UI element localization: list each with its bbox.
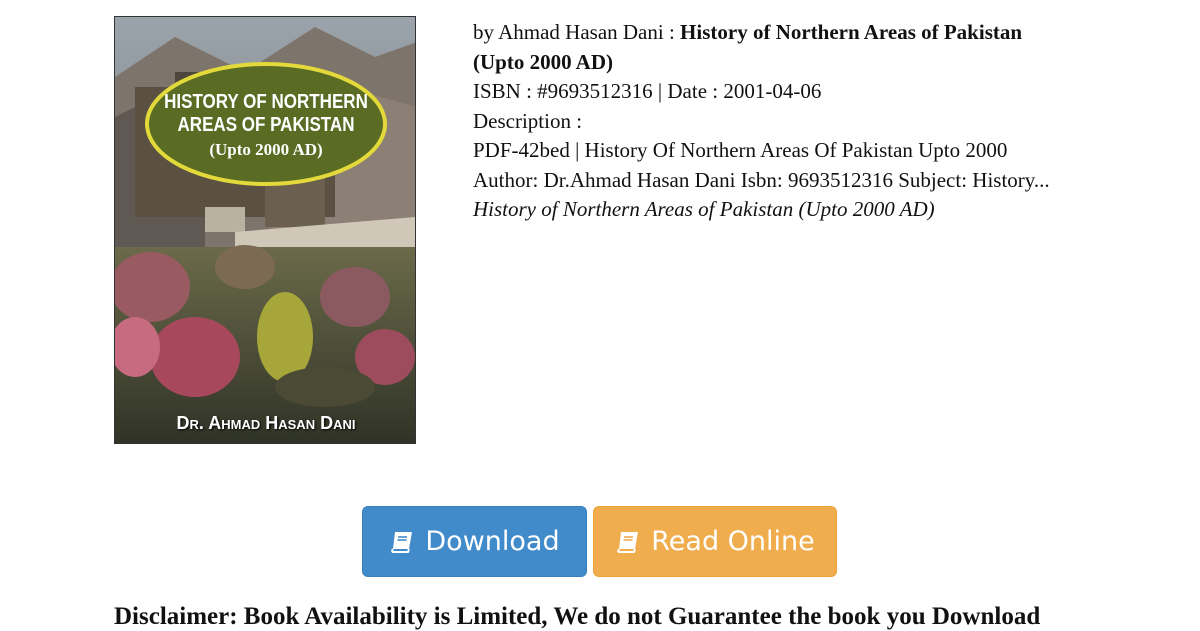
author-prefix: by Ahmad Hasan Dani : (473, 20, 681, 44)
disclaimer-text: Disclaimer: Book Availability is Limited… (114, 603, 1041, 630)
cover-author: Dr. Ahmad Hasan Dani (176, 413, 356, 433)
book-title: History of Northern Areas of Pakistan (680, 20, 1023, 44)
cover-subtitle: (Upto 2000 AD) (209, 140, 323, 159)
description-line-2: Author: Dr.Ahmad Hasan Dani Isbn: 969351… (473, 167, 1050, 192)
book-icon (389, 529, 415, 555)
book-title-cont: (Upto 2000 AD) (473, 49, 613, 74)
book-cover-image: HISTORY OF NORTHERN AREAS OF PAKISTAN (U… (114, 16, 416, 444)
italic-title-text: History of Northern Areas of Pakistan (U… (473, 197, 935, 221)
download-button[interactable]: Download (362, 506, 587, 577)
cover-title-line2: AREAS OF PAKISTAN (177, 114, 355, 136)
description-label: Description : (473, 108, 583, 133)
italic-title: History of Northern Areas of Pakistan (U… (473, 195, 1113, 225)
book-icon (615, 529, 641, 555)
book-info: by Ahmad Hasan Dani : History of Norther… (473, 18, 1113, 225)
book-title-line: by Ahmad Hasan Dani : History of Norther… (473, 18, 1113, 48)
read-online-label: Read Online (651, 526, 815, 557)
description-line-1: PDF-42bed | History Of Northern Areas Of… (473, 138, 1008, 162)
cover-title-line1: HISTORY OF NORTHERN (164, 91, 368, 113)
isbn-date: ISBN : #9693512316 | Date : 2001-04-06 (473, 79, 822, 103)
cover-title: HISTORY OF NORTHERN AREAS OF PAKISTAN (138, 91, 395, 137)
read-online-button[interactable]: Read Online (593, 506, 837, 577)
book-title-line-2: (Upto 2000 AD) (473, 48, 1113, 78)
download-label: Download (425, 526, 560, 557)
